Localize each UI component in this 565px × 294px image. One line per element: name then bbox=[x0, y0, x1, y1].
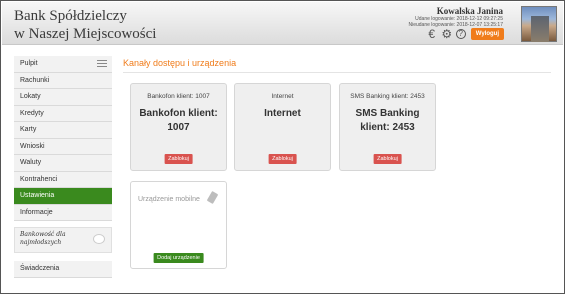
block-button[interactable]: Zablokuj bbox=[268, 154, 297, 164]
help-icon[interactable]: ? bbox=[455, 29, 466, 39]
piggy-bank-icon bbox=[93, 234, 105, 244]
bank-name-line1: Bank Spółdzielczy bbox=[14, 8, 127, 24]
block-button[interactable]: Zablokuj bbox=[164, 154, 193, 164]
kids-banking-promo[interactable]: Bankowość dla najmłodszych bbox=[14, 227, 112, 253]
sidebar-item-kredyty[interactable]: Kredyty bbox=[14, 105, 112, 122]
sidebar-item-rachunki[interactable]: Rachunki bbox=[14, 72, 112, 89]
sidebar-item-wnioski[interactable]: Wnioski bbox=[14, 138, 112, 155]
bank-logo-text[interactable]: Bank Spółdzielczy w Naszej Miejscowości bbox=[14, 7, 156, 43]
sidebar-item-karty[interactable]: Karty bbox=[14, 122, 112, 139]
card-title: SMS Banking klient: 2453 bbox=[355, 108, 420, 133]
sidebar-item-pulpit[interactable]: Pulpit bbox=[14, 56, 112, 73]
header-actions: € ⚙ ? Wyloguj bbox=[426, 28, 504, 40]
sidebar-item-ustawienia[interactable]: Ustawienia bbox=[14, 188, 112, 205]
phone-icon bbox=[206, 190, 219, 205]
user-name: Kowalska Janina bbox=[436, 6, 503, 16]
sidebar-nav: Pulpit Rachunki Lokaty Kredyty Karty Wni… bbox=[14, 56, 112, 278]
sidebar-item-informacje[interactable]: Informacje bbox=[14, 204, 112, 221]
gear-icon[interactable]: ⚙ bbox=[441, 28, 453, 40]
menu-icon[interactable] bbox=[97, 60, 107, 69]
sidebar-item-swiadczenia[interactable]: Świadczenia bbox=[14, 261, 112, 278]
user-info: Kowalska Janina Udane logowanie: 2018-12… bbox=[408, 6, 503, 28]
card-title: Bankofon klient: 1007 bbox=[139, 108, 218, 133]
sidebar-item-lokaty[interactable]: Lokaty bbox=[14, 89, 112, 106]
avatar-image bbox=[531, 16, 549, 42]
sidebar-item-label: Pulpit bbox=[20, 60, 38, 67]
sidebar-item-kontrahenci[interactable]: Kontrahenci bbox=[14, 171, 112, 188]
block-button[interactable]: Zablokuj bbox=[373, 154, 402, 164]
title-divider bbox=[123, 72, 551, 73]
header: Bank Spółdzielczy w Naszej Miejscowości … bbox=[2, 2, 563, 45]
page-title: Kanały dostępu i urządzenia bbox=[123, 58, 237, 68]
avatar[interactable] bbox=[521, 6, 557, 42]
sidebar-item-waluty[interactable]: Waluty bbox=[14, 155, 112, 172]
mobile-device-title: Urządzenie mobilne bbox=[138, 196, 200, 203]
channel-card-internet: Internet Internet Zablokuj bbox=[234, 83, 331, 171]
channel-card-bankofon: Bankofon klient: 1007 Bankofon klient: 1… bbox=[130, 83, 227, 171]
currency-icon[interactable]: € bbox=[426, 28, 438, 40]
card-title: Internet bbox=[264, 108, 301, 119]
mobile-device-card: Urządzenie mobilne Dodaj urządzenie bbox=[130, 181, 227, 269]
logout-button[interactable]: Wyloguj bbox=[470, 28, 504, 40]
card-header: SMS Banking klient: 2453 bbox=[350, 93, 425, 100]
bank-name-line2: w Naszej Miejscowości bbox=[14, 26, 157, 42]
card-header: Internet bbox=[271, 93, 294, 100]
channel-card-sms: SMS Banking klient: 2453 SMS Banking kli… bbox=[339, 83, 436, 171]
add-device-button[interactable]: Dodaj urządzenie bbox=[153, 253, 204, 263]
app-frame: Bank Spółdzielczy w Naszej Miejscowości … bbox=[0, 0, 565, 294]
promo-text: Bankowość dla najmłodszych bbox=[20, 231, 66, 246]
card-header: Bankofon klient: 1007 bbox=[147, 93, 210, 100]
